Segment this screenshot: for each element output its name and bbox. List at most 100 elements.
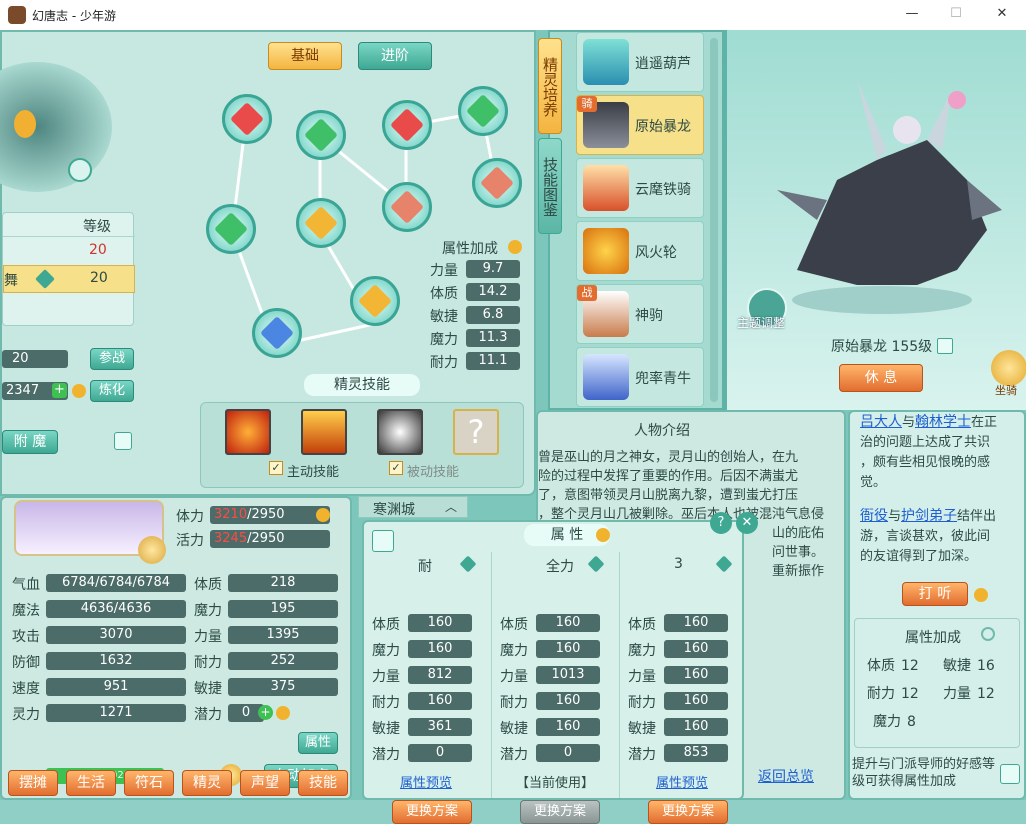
intro-line: 险的过程中发挥了重要的作用。后因不满蚩尤	[538, 469, 799, 484]
table-row-selected[interactable]: 舞 20	[3, 265, 135, 293]
chart-icon[interactable]	[114, 432, 132, 450]
skill-node[interactable]	[350, 276, 400, 326]
mount-list-item[interactable]: 云麾铁骑	[576, 158, 704, 218]
slash-skill-icon[interactable]	[377, 409, 423, 455]
enchant-button[interactable]: 附 魔	[2, 430, 58, 454]
stat-value: 1632	[46, 652, 186, 670]
bottom-tab[interactable]: 摆摊	[8, 770, 58, 796]
attr-label: 体质	[628, 617, 656, 633]
stamina-current: 3210	[214, 507, 248, 522]
mount-label: 坐骑	[995, 384, 1017, 397]
plan-footer[interactable]: 属性预览	[656, 772, 708, 791]
skill-node[interactable]	[382, 100, 432, 150]
skill-node[interactable]	[296, 110, 346, 160]
flame-skill-icon[interactable]	[301, 409, 347, 455]
passive-skill-checkbox[interactable]: ✓	[389, 461, 403, 475]
npc-link[interactable]: 吕大人	[860, 414, 902, 430]
maximize-button[interactable]: ☐	[946, 6, 966, 24]
minimize-button[interactable]: —	[902, 6, 922, 24]
change-plan-button[interactable]: 更换方案	[648, 800, 728, 824]
npc-link[interactable]: 衙役	[860, 508, 888, 524]
chevron-up-icon[interactable]: ︿	[445, 498, 457, 515]
back-overview-link[interactable]: 返回总览	[758, 766, 814, 786]
refine-button[interactable]: 炼化	[90, 380, 134, 402]
gem-icon[interactable]	[587, 555, 605, 573]
skill-node[interactable]	[252, 308, 302, 358]
mount-list-item[interactable]: 原始暴龙 骑	[576, 95, 704, 155]
mount-list-item[interactable]: 兜率青牛	[576, 347, 704, 407]
attr-label: 力量	[628, 669, 656, 685]
info-icon[interactable]	[974, 588, 988, 602]
swap-icon[interactable]	[68, 158, 92, 182]
bottom-tab[interactable]: 声望	[240, 770, 290, 796]
npc-link[interactable]: 翰林学士	[915, 414, 971, 430]
fire-skill-icon[interactable]	[225, 409, 271, 455]
active-skill-checkbox[interactable]: ✓	[269, 461, 283, 475]
gear-icon[interactable]	[981, 627, 995, 641]
info-icon[interactable]	[276, 706, 290, 720]
stat-label: 魔法	[12, 603, 40, 619]
skill-node[interactable]	[458, 86, 508, 136]
info-icon[interactable]	[72, 384, 86, 398]
bottom-tab-bar: 摆摊 生活 符石 精灵 声望 技能	[0, 768, 352, 800]
stat-label: 敏捷	[194, 681, 222, 697]
row-level: 20	[89, 242, 107, 258]
bonus-label: 敏捷	[943, 658, 971, 674]
mount-list-item[interactable]: 逍遥葫芦	[576, 32, 704, 92]
skill-node[interactable]	[222, 94, 272, 144]
bottom-tab[interactable]: 符石	[124, 770, 174, 796]
stat-label: 潜力	[194, 707, 222, 723]
column-name: 耐	[418, 559, 432, 575]
sprite-figure	[14, 110, 36, 138]
skill-node[interactable]	[382, 182, 432, 232]
tab-advanced[interactable]: 进阶	[358, 42, 432, 70]
unknown-skill-icon[interactable]: ?	[453, 409, 499, 455]
table-row[interactable]: 20	[3, 239, 135, 263]
stat-value: 6784/6784/6784	[46, 574, 186, 592]
bottom-tab[interactable]: 技能	[298, 770, 348, 796]
tab-skill-catalog[interactable]: 技能图鉴	[538, 138, 562, 234]
edit-icon[interactable]	[937, 338, 953, 354]
close-icon[interactable]: ✕	[736, 512, 758, 534]
stat-value: 252	[228, 652, 338, 670]
change-plan-button[interactable]: 更换方案	[392, 800, 472, 824]
plan-footer[interactable]: 属性预览	[400, 772, 452, 791]
tab-sprite-training[interactable]: 精灵培养	[538, 38, 562, 134]
info-icon[interactable]	[316, 508, 330, 522]
gem-icon[interactable]	[715, 555, 733, 573]
mount-list-item[interactable]: 神驹 战	[576, 284, 704, 344]
mount-badge: 骑	[577, 96, 597, 112]
attr-value: 160	[536, 640, 600, 658]
skill-node[interactable]	[472, 158, 522, 208]
close-button[interactable]: ✕	[992, 6, 1012, 24]
bottom-tab[interactable]: 精灵	[182, 770, 232, 796]
gem-icon[interactable]	[459, 555, 477, 573]
info-icon[interactable]	[508, 240, 522, 254]
mount-name: 风火轮	[635, 245, 677, 261]
attr-label: 体质	[500, 617, 528, 633]
info-icon[interactable]	[596, 528, 610, 542]
stat-label: 体质	[194, 577, 222, 593]
edit-icon[interactable]	[1000, 764, 1020, 784]
mount-icon[interactable]	[991, 350, 1026, 386]
edit-icon[interactable]	[372, 530, 394, 552]
stat-label: 灵力	[12, 707, 40, 723]
change-plan-button[interactable]: 更换方案	[520, 800, 600, 824]
plus-icon[interactable]: +	[52, 383, 67, 398]
npc-link[interactable]: 护剑弟子	[901, 508, 957, 524]
battle-button[interactable]: 参战	[90, 348, 134, 370]
mount-list-scrollbar[interactable]	[710, 38, 718, 402]
inquire-button[interactable]: 打 听	[902, 582, 968, 606]
tab-basic[interactable]: 基础	[268, 42, 342, 70]
mount-list-item[interactable]: 风火轮	[576, 221, 704, 281]
skill-node[interactable]	[296, 198, 346, 248]
stat-value: 4636/4636	[46, 600, 186, 618]
back-overview-text[interactable]: 返回总览	[758, 769, 814, 785]
attribute-button[interactable]: 属性	[298, 732, 338, 754]
plus-icon[interactable]: +	[258, 705, 273, 720]
rest-button[interactable]: 休 息	[839, 364, 923, 392]
skill-node[interactable]	[206, 204, 256, 254]
help-icon[interactable]: ?	[710, 512, 732, 534]
bonus-value: 12	[901, 686, 919, 702]
bottom-tab[interactable]: 生活	[66, 770, 116, 796]
